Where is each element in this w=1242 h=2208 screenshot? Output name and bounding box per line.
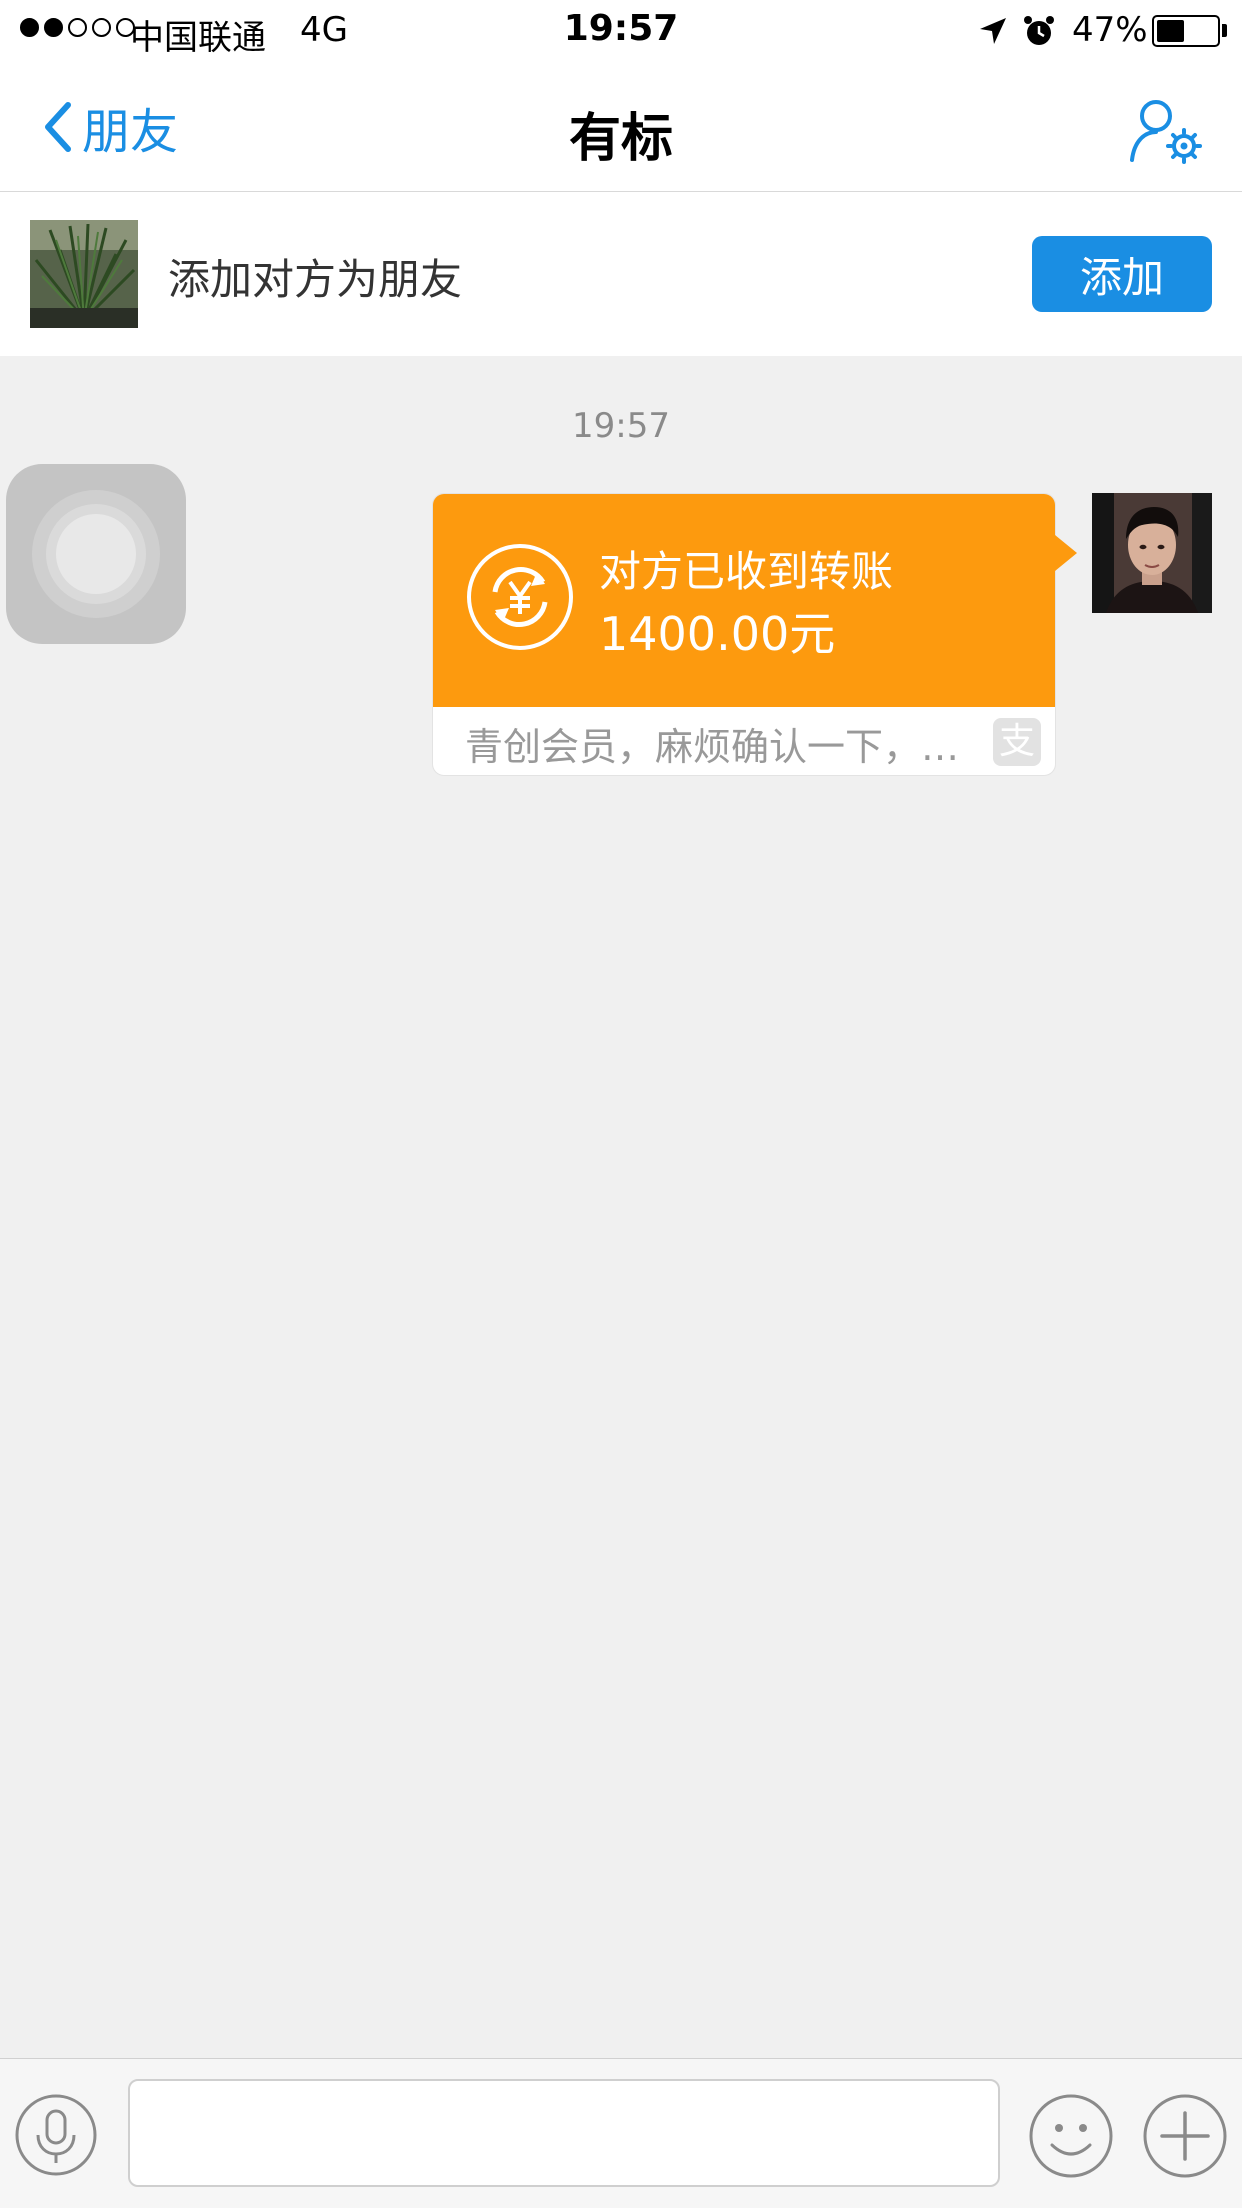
chevron-left-icon <box>45 102 71 152</box>
transfer-amount: 1400.00元 <box>599 607 836 661</box>
battery-percentage: 47% <box>1072 10 1148 50</box>
assistive-touch-core <box>56 514 136 594</box>
transfer-message-card[interactable]: 对方已收到转账 1400.00元 青创会员，麻烦确认一下，… 支 <box>432 493 1056 776</box>
message-input[interactable] <box>128 2079 1000 2187</box>
add-friend-bar: 添加对方为朋友 添加 <box>0 192 1242 356</box>
battery-level-fill <box>1157 20 1184 42</box>
friend-avatar[interactable] <box>30 220 138 328</box>
status-bar: 中国联通 4G 19:57 47% <box>0 0 1242 62</box>
transfer-status: 对方已收到转账 <box>599 547 894 596</box>
back-button[interactable]: 朋友 <box>40 94 178 160</box>
chat-timestamp: 19:57 <box>572 406 670 446</box>
location-arrow-icon <box>980 18 1006 44</box>
battery-icon <box>1152 15 1220 47</box>
alarm-clock-icon <box>1024 16 1054 45</box>
navigation-bar: 朋友 有标 <box>0 62 1242 192</box>
page-title: 有标 <box>568 109 673 169</box>
battery-tip <box>1222 24 1227 37</box>
transfer-note: 青创会员，麻烦确认一下，… <box>465 725 960 769</box>
alipay-logo-icon: 支 <box>993 718 1041 766</box>
transfer-card-header: 对方已收到转账 1400.00元 <box>433 494 1055 707</box>
back-button-label: 朋友 <box>82 104 179 160</box>
microphone-icon[interactable] <box>14 2093 98 2177</box>
user-avatar[interactable] <box>1092 493 1212 613</box>
add-friend-button[interactable]: 添加 <box>1032 236 1212 312</box>
add-friend-prompt: 添加对方为朋友 <box>168 255 463 304</box>
plus-icon[interactable] <box>1142 2093 1228 2179</box>
chat-input-bar <box>0 2058 1242 2208</box>
assistive-touch-button[interactable] <box>6 464 186 644</box>
yuan-transfer-icon <box>467 544 573 650</box>
bubble-tail <box>1055 535 1077 571</box>
portrait-photo <box>1092 493 1212 613</box>
emoji-icon[interactable] <box>1028 2093 1114 2179</box>
plant-photo <box>30 220 138 328</box>
profile-settings-icon[interactable] <box>1124 94 1204 166</box>
